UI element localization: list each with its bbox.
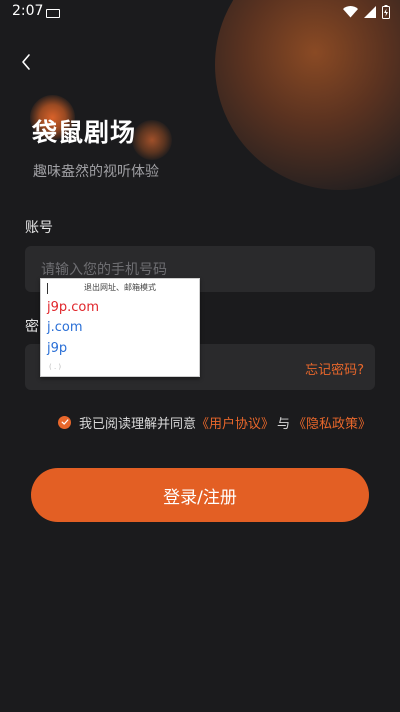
forgot-password-link[interactable]: 忘记密码?	[305, 359, 364, 378]
user-agreement-link[interactable]: 《用户协议》	[196, 413, 274, 432]
agree-checkbox[interactable]	[58, 415, 71, 429]
agreement-connector: 与	[277, 416, 291, 432]
back-button[interactable]	[14, 50, 38, 74]
account-label: 账号	[25, 220, 53, 236]
exit-url-email-mode-button[interactable]: 退出网址、邮箱模式	[41, 282, 199, 296]
checkmark-icon	[61, 419, 68, 425]
chevron-left-icon	[22, 54, 30, 70]
suggestion-item-2[interactable]: j.com	[47, 320, 83, 335]
app-title: 袋鼠剧场	[32, 118, 137, 147]
home-indicator	[0, 708, 400, 712]
autofill-suggestion-popup: 退出网址、邮箱模式 j9p.com j.com j9p ( . )	[40, 278, 200, 377]
privacy-policy-link[interactable]: 《隐私政策》	[293, 413, 371, 432]
wifi-icon	[343, 6, 358, 18]
status-icons	[343, 4, 390, 20]
agreement-prefix: 我已阅读理解并同意	[79, 416, 197, 432]
app-subtitle: 趣味盎然的视听体验	[33, 164, 159, 180]
suggestion-item-1[interactable]: j9p.com	[47, 300, 99, 315]
agreement-row: 我已阅读理解并同意 《用户协议》 与 《隐私政策》	[58, 413, 371, 432]
popup-bottom-hint: ( . )	[49, 363, 62, 371]
status-time: 2:07	[12, 3, 44, 19]
suggestion-item-3[interactable]: j9p	[47, 341, 67, 356]
sim-card-icon	[46, 9, 60, 18]
background-glow	[215, 0, 400, 190]
cellular-signal-icon	[364, 6, 376, 18]
login-screen: 2:07 袋鼠剧场 趣味盎然的视听体验 账号 密 忘记密码?	[0, 0, 400, 712]
login-register-button[interactable]: 登录/注册	[31, 468, 369, 522]
password-label: 密	[25, 319, 39, 335]
title-glow-orb-secondary	[132, 120, 172, 160]
status-bar: 2:07	[0, 0, 400, 24]
battery-icon	[382, 5, 390, 19]
